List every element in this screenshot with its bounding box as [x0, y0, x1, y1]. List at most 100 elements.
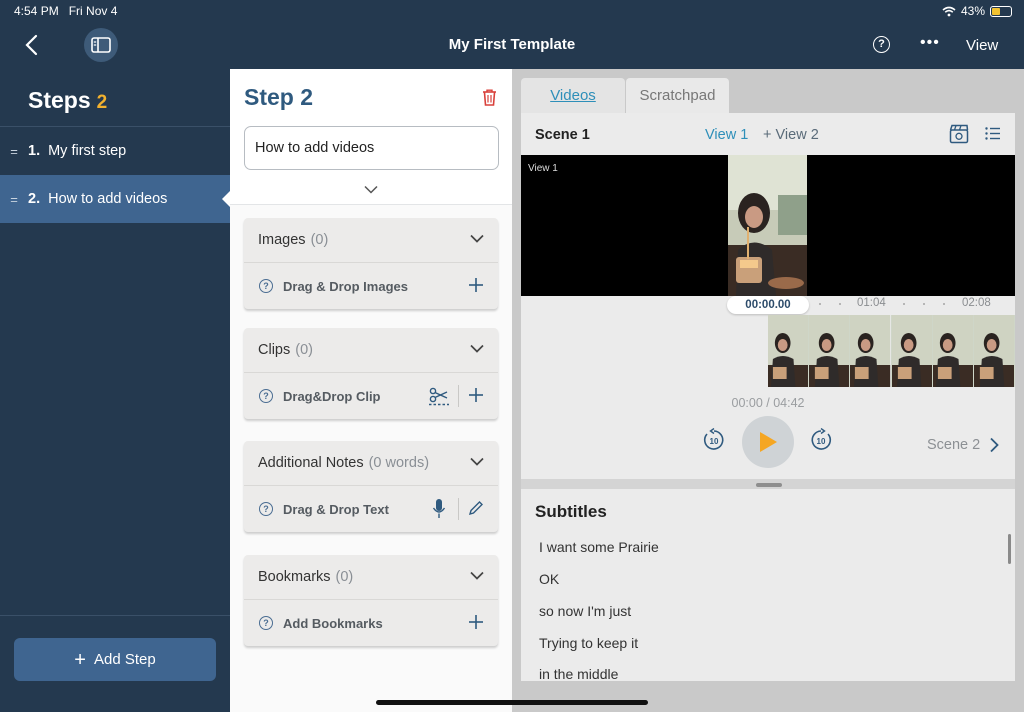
- card-title: Bookmarks: [258, 569, 331, 585]
- tick-dot: [903, 303, 905, 305]
- step-label: How to add videos: [48, 191, 168, 207]
- add-step-button[interactable]: + Add Step: [14, 638, 216, 681]
- film-frame: [932, 315, 974, 387]
- rewind-10-icon[interactable]: 10: [702, 428, 726, 452]
- chevron-down-icon[interactable]: [470, 344, 484, 353]
- subtitle-line[interactable]: in the middle: [539, 666, 618, 681]
- steps-title: Steps 2: [28, 87, 107, 114]
- view-button[interactable]: View: [966, 37, 998, 54]
- help-icon[interactable]: ?: [259, 616, 273, 630]
- filmstrip[interactable]: [768, 315, 1016, 387]
- forward-seconds: 10: [817, 437, 826, 446]
- subtitles-scrollbar[interactable]: [1008, 534, 1011, 564]
- help-icon[interactable]: ?: [259, 389, 273, 403]
- subtitle-line[interactable]: I want some Prairie: [539, 539, 659, 555]
- card-action-label: Drag & Drop Text: [283, 501, 389, 517]
- step-header: Step 2: [244, 84, 314, 110]
- add-icon[interactable]: [468, 614, 484, 630]
- battery-icon: [990, 5, 1012, 17]
- current-time-indicator[interactable]: 00:00.00: [727, 296, 809, 314]
- sidebar-item-step-2[interactable]: = 2. How to add videos: [0, 175, 230, 223]
- help-icon[interactable]: ?: [259, 279, 273, 293]
- trash-icon[interactable]: [482, 89, 497, 106]
- card-title: Images: [258, 232, 306, 248]
- bookmarks-add-zone[interactable]: ? Add Bookmarks: [244, 600, 498, 646]
- film-frame: [891, 315, 933, 387]
- list-icon[interactable]: [985, 127, 1001, 140]
- tab-videos[interactable]: Videos: [521, 78, 625, 113]
- subtitle-line[interactable]: so now I'm just: [539, 603, 631, 619]
- notes-card: Additional Notes (0 words) ? Drag & Drop…: [244, 441, 498, 532]
- step-number: 2.: [28, 191, 41, 207]
- clapperboard-icon[interactable]: [949, 124, 969, 144]
- play-button[interactable]: [742, 416, 794, 468]
- help-icon[interactable]: ?: [259, 502, 273, 516]
- add-step-label: Add Step: [93, 651, 156, 668]
- tab-scratchpad[interactable]: Scratchpad: [626, 78, 729, 113]
- tick-label: 02:08: [962, 297, 991, 309]
- drag-handle-icon[interactable]: =: [0, 192, 28, 207]
- chevron-down-icon[interactable]: [470, 234, 484, 243]
- view-1-tab[interactable]: View 1: [705, 127, 748, 143]
- resize-handle[interactable]: [756, 483, 782, 487]
- step-editor-panel: Step 2 How to add videos Images (0) ? Dr…: [230, 69, 512, 712]
- film-frame: [768, 315, 810, 387]
- sidebar-item-step-1[interactable]: = 1. My first step: [0, 127, 230, 175]
- film-frame: [809, 315, 851, 387]
- drag-handle-icon[interactable]: =: [0, 144, 28, 159]
- tick-dot: [943, 303, 945, 305]
- pencil-icon[interactable]: [468, 500, 484, 516]
- help-button[interactable]: ?: [873, 36, 890, 53]
- card-title: Clips: [258, 342, 291, 358]
- status-date: Fri Nov 4: [68, 4, 118, 18]
- step-number: 1.: [28, 143, 41, 159]
- step-name-input[interactable]: How to add videos: [244, 126, 499, 170]
- images-drop-zone[interactable]: ? Drag & Drop Images: [244, 263, 498, 309]
- add-icon[interactable]: [468, 387, 484, 403]
- subtitle-line[interactable]: Trying to keep it: [539, 635, 638, 651]
- status-time: 4:54 PM Fri Nov 4: [14, 4, 117, 18]
- wifi-icon: [942, 6, 956, 16]
- step-content-sections: Images (0) ? Drag & Drop Images Clips (0…: [230, 205, 512, 712]
- film-frame: [973, 315, 1016, 387]
- plus-icon: +: [74, 648, 86, 671]
- tool-divider: [458, 385, 459, 407]
- battery-percent: 43%: [960, 4, 985, 18]
- add-view-2-button[interactable]: + View 2: [763, 127, 819, 143]
- video-view-label: View 1: [528, 163, 558, 174]
- add-icon[interactable]: [468, 277, 484, 293]
- chevron-down-icon[interactable]: [470, 571, 484, 580]
- home-indicator[interactable]: [376, 700, 648, 705]
- media-pane: Videos Scratchpad Scene 1 View 1 + View …: [512, 69, 1024, 712]
- chevron-down-icon[interactable]: [470, 457, 484, 466]
- steps-title-text: Steps: [28, 87, 91, 113]
- card-action-label: Drag&Drop Clip: [283, 388, 381, 404]
- chevron-right-icon[interactable]: [989, 437, 999, 453]
- video-frame: [728, 155, 807, 296]
- step-label: My first step: [48, 143, 127, 159]
- more-options-button[interactable]: •••: [920, 35, 940, 51]
- forward-10-icon[interactable]: 10: [809, 428, 833, 452]
- rewind-seconds: 10: [710, 437, 719, 446]
- status-clock: 4:54 PM: [14, 4, 59, 18]
- clips-card: Clips (0) ? Drag&Drop Clip: [244, 328, 498, 419]
- selection-notch: [222, 191, 230, 207]
- next-scene-label[interactable]: Scene 2: [927, 437, 980, 453]
- notes-drop-zone[interactable]: ? Drag & Drop Text: [244, 486, 498, 532]
- subtitle-line[interactable]: OK: [539, 571, 559, 587]
- bookmarks-card-header[interactable]: Bookmarks (0): [244, 555, 498, 600]
- clips-drop-zone[interactable]: ? Drag&Drop Clip: [244, 373, 498, 419]
- status-indicators: 43%: [942, 4, 1012, 18]
- images-card-header[interactable]: Images (0): [244, 218, 498, 263]
- steps-sidebar: Steps 2 = 1. My first step = 2. How to ad…: [0, 69, 230, 712]
- images-card: Images (0) ? Drag & Drop Images: [244, 218, 498, 309]
- microphone-icon[interactable]: [432, 498, 446, 520]
- video-viewport[interactable]: View 1: [521, 155, 1015, 296]
- nav-title: My First Template: [448, 36, 576, 53]
- chevron-down-icon[interactable]: [364, 185, 378, 194]
- clips-card-header[interactable]: Clips (0): [244, 328, 498, 373]
- tick-dot: [819, 303, 821, 305]
- notes-card-header[interactable]: Additional Notes (0 words): [244, 441, 498, 486]
- tick-dot: [839, 303, 841, 305]
- scissors-icon[interactable]: [428, 385, 450, 407]
